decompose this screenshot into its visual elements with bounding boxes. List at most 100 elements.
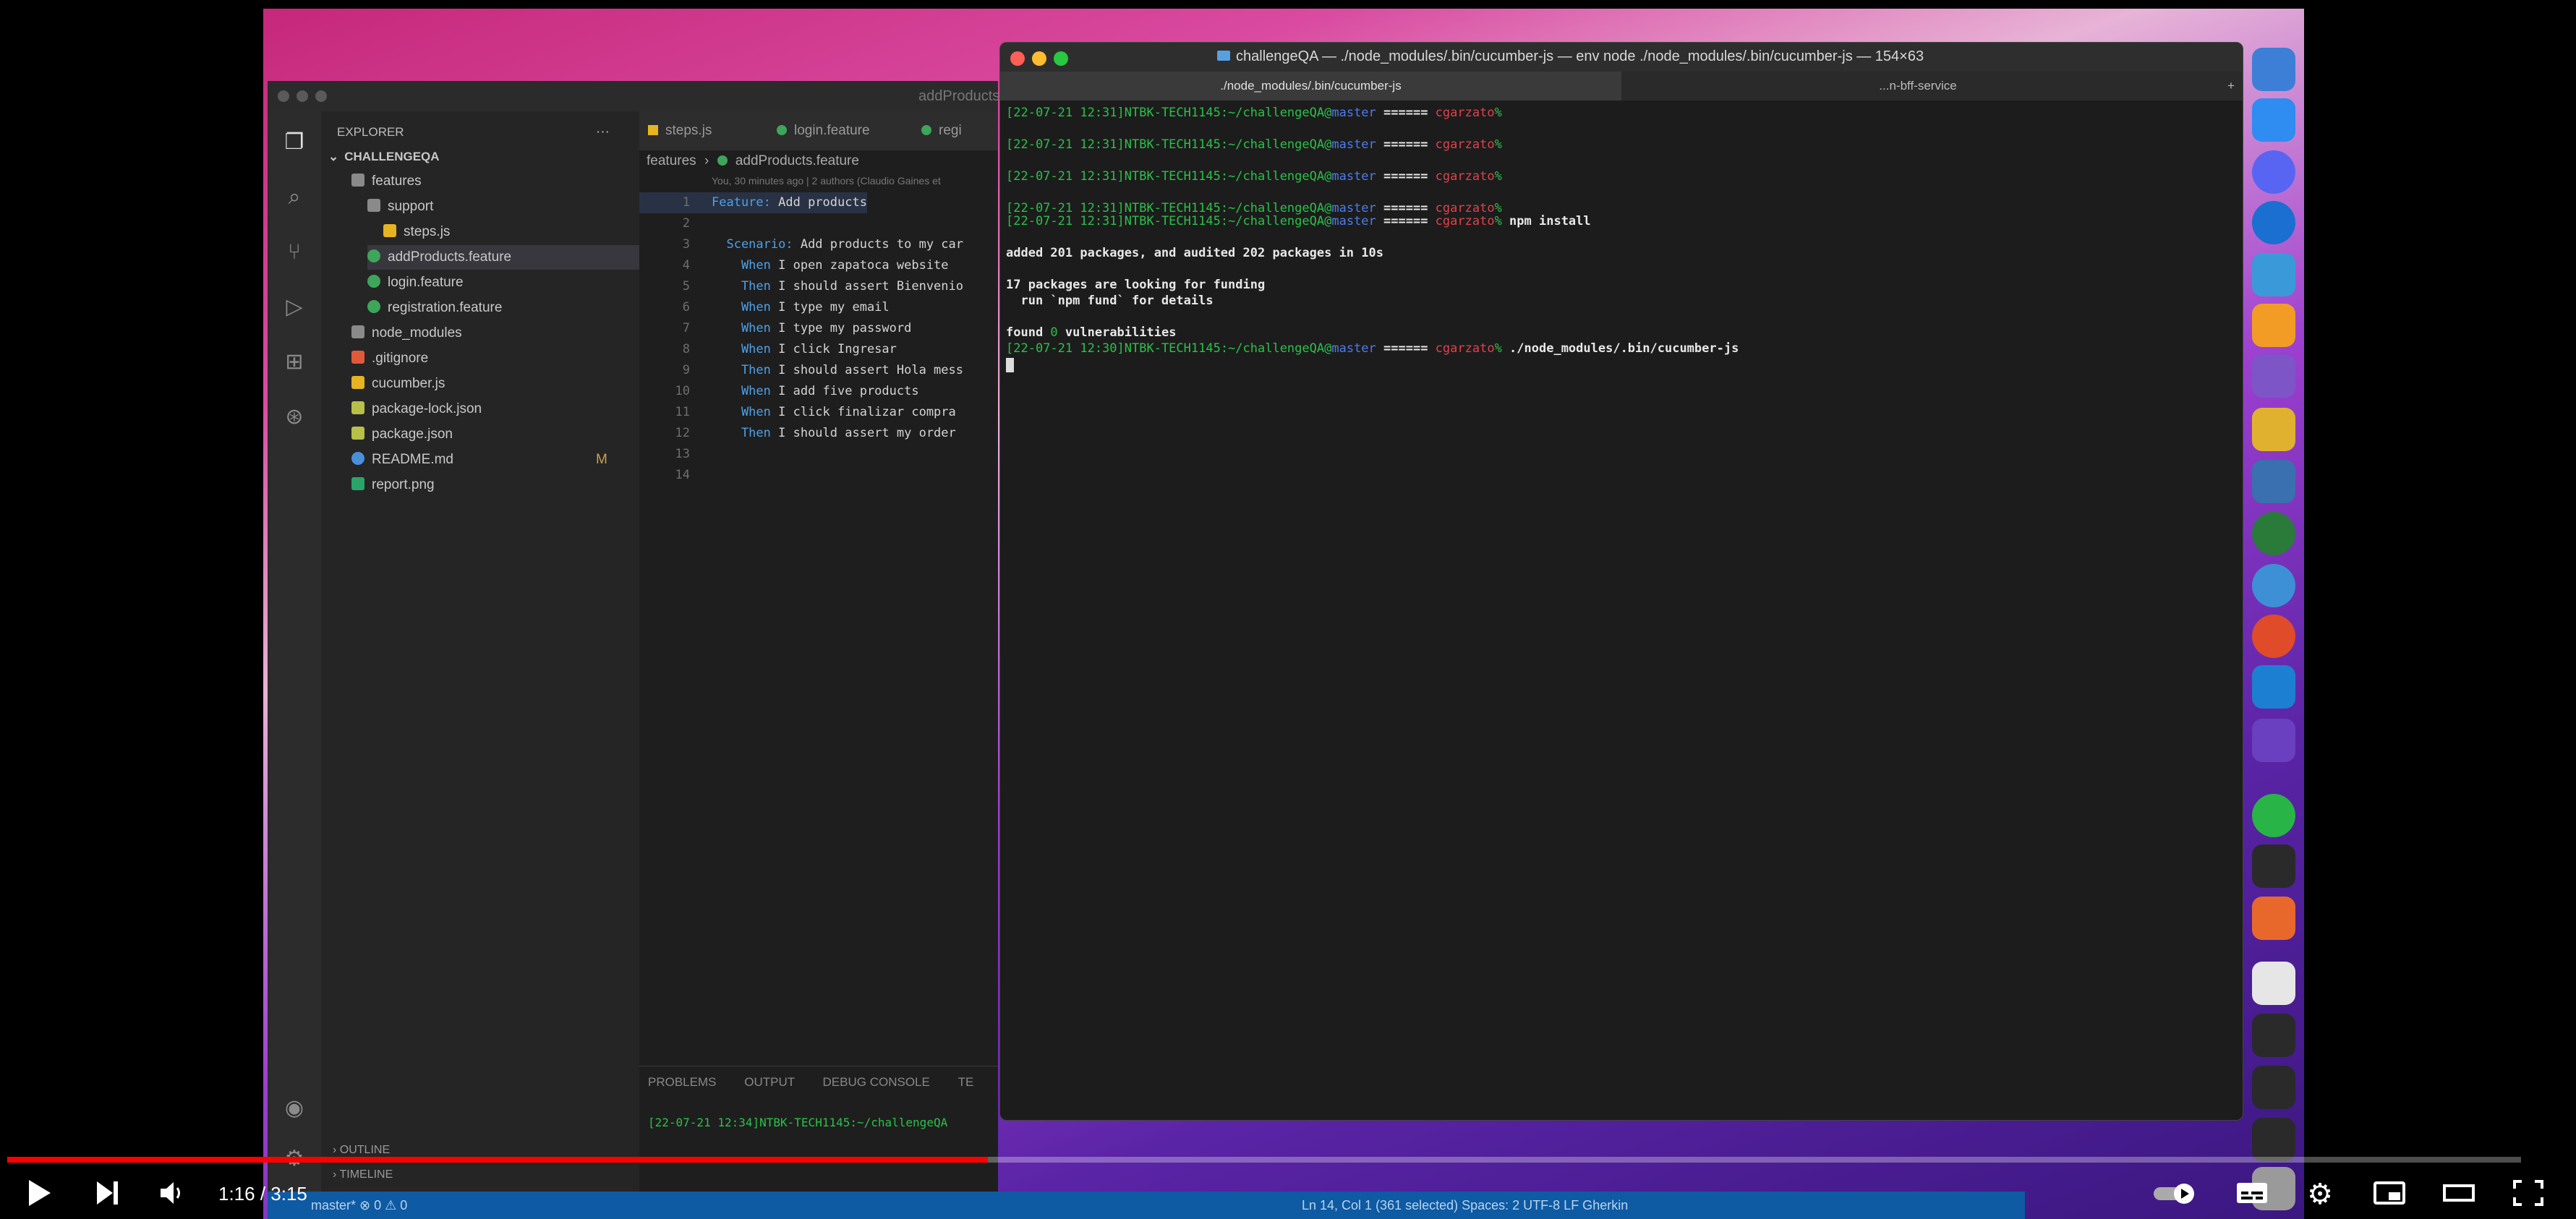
line-number: 14 — [675, 468, 690, 482]
window-icon[interactable] — [2252, 1014, 2295, 1057]
xcode-icon[interactable] — [2252, 253, 2295, 296]
miniplayer-icon[interactable] — [2369, 1177, 2410, 1212]
tab-steps-js[interactable]: steps.js — [648, 111, 712, 150]
file-tree-item[interactable]: cucumber.js — [351, 372, 445, 396]
tab-registration[interactable]: regi — [921, 111, 962, 150]
file-tree-label: node_modules — [372, 325, 462, 341]
file-tree-item[interactable]: package.json — [351, 422, 453, 447]
terminal-icon[interactable] — [2252, 844, 2295, 888]
gear-icon[interactable]: ⚙ — [2301, 1177, 2339, 1212]
file-tree-item[interactable]: steps.js — [383, 220, 450, 244]
app-store-icon[interactable] — [2252, 98, 2295, 142]
code-text: I should assert Hola mess — [770, 363, 963, 377]
terminal-output[interactable]: [22-07-21 12:31]NTBK-TECH1145:~/challeng… — [1000, 105, 2243, 1117]
js-file-icon — [351, 376, 364, 389]
extensions-icon[interactable]: ⊞ — [281, 348, 308, 376]
fullscreen-icon[interactable] — [2508, 1177, 2549, 1212]
finder-icon[interactable] — [2252, 48, 2295, 91]
tab-terminal[interactable]: TE — [958, 1075, 974, 1089]
terminal-tab-active[interactable]: ./node_modules/.bin/cucumber-js — [1000, 72, 1621, 100]
play-icon[interactable] — [22, 1177, 56, 1212]
document-icon[interactable] — [2252, 962, 2295, 1005]
jetbrains-icon[interactable] — [2252, 719, 2295, 762]
prompt-host: NTBK-TECH1145:~/challengeQA — [1124, 137, 1325, 152]
source-control-icon[interactable]: ⑂ — [281, 239, 308, 266]
window-icon[interactable] — [2252, 1118, 2295, 1161]
file-tree-item[interactable]: .gitignore — [351, 346, 428, 371]
account-icon[interactable]: ◉ — [281, 1095, 308, 1122]
terminal-tab[interactable]: ...n-bff-service — [1621, 72, 2214, 100]
autoplay-toggle-icon[interactable] — [2151, 1177, 2204, 1212]
breadcrumb-folder[interactable]: features — [647, 153, 696, 168]
file-tree-item[interactable]: features — [351, 169, 422, 194]
git-file-icon — [351, 351, 364, 364]
theater-icon[interactable] — [2439, 1177, 2479, 1212]
notes-icon[interactable] — [2252, 354, 2295, 398]
breadcrumb-file[interactable]: addProducts.feature — [735, 153, 859, 168]
discord-icon[interactable] — [2252, 150, 2295, 194]
code-text: I should assert Bienvenio — [770, 279, 963, 294]
time-display: 1:16 / 3:15 — [218, 1183, 307, 1205]
panel-terminal-line: [22-07-21 12:34]NTBK-TECH1145:~/challeng… — [648, 1116, 948, 1129]
file-tree-item[interactable]: login.feature — [367, 270, 464, 295]
file-tree-item[interactable]: package-lock.json — [351, 397, 482, 422]
mongodb-icon[interactable] — [2252, 512, 2295, 555]
search-icon[interactable]: ⌕ — [281, 184, 308, 211]
run-debug-icon[interactable]: ▷ — [281, 294, 308, 321]
file-tree-item[interactable]: support — [367, 194, 433, 219]
new-tab-icon[interactable]: + — [2222, 72, 2240, 100]
close-icon[interactable] — [278, 90, 289, 102]
tab-login-feature[interactable]: login.feature — [777, 111, 870, 150]
md-file-icon — [351, 452, 364, 465]
proxyman-icon[interactable] — [2252, 460, 2295, 503]
gherkin-keyword: When — [712, 342, 771, 356]
code-line: 6 When I type my email — [639, 297, 890, 318]
terminal-text: run `npm fund` for details — [1006, 294, 1214, 308]
captions-icon[interactable] — [2232, 1177, 2272, 1212]
code-view[interactable]: 1 Feature: Add products 2 3 Scenario: Add p… — [639, 192, 998, 626]
postman-icon[interactable] — [2252, 897, 2295, 940]
remote-icon[interactable]: ⊛ — [281, 403, 308, 431]
line-number: 2 — [682, 216, 690, 231]
file-tree-item[interactable]: report.png — [351, 473, 435, 497]
minimize-icon[interactable] — [1032, 51, 1046, 66]
preview-icon[interactable] — [2252, 564, 2295, 607]
breadcrumb: features › addProducts.feature — [647, 153, 859, 169]
tab-problems[interactable]: PROBLEMS — [648, 1075, 716, 1089]
sublime-icon[interactable] — [2252, 304, 2295, 347]
minimize-icon[interactable] — [297, 90, 308, 102]
file-tree-item[interactable]: README.md M — [351, 448, 607, 472]
outlook-icon[interactable] — [2252, 201, 2295, 244]
brave-icon[interactable] — [2252, 615, 2295, 658]
zoom-icon[interactable] — [1054, 51, 1068, 66]
chrome-icon[interactable] — [2252, 408, 2295, 451]
line-number: 12 — [675, 426, 690, 440]
files-icon[interactable]: ❐ — [281, 129, 308, 156]
tab-output[interactable]: OUTPUT — [744, 1075, 795, 1089]
file-tree-label: addProducts.feature — [388, 249, 512, 265]
file-tree-item[interactable]: addProducts.feature — [367, 245, 639, 270]
video-frame[interactable]: addProducts ❐ ⌕ ⑂ ▷ ⊞ ⊛ ◉ ⚙ EXPLORER ···… — [0, 0, 2576, 1219]
window-icon[interactable] — [2252, 1066, 2295, 1109]
code-text: I should assert my order — [770, 426, 956, 440]
whatsapp-icon[interactable] — [2252, 794, 2295, 837]
file-tree-item[interactable]: registration.feature — [367, 296, 502, 320]
line-number: 5 — [682, 279, 690, 294]
terminal-command: npm install — [1501, 214, 1591, 228]
more-actions-icon[interactable]: ··· — [596, 120, 610, 145]
terminal-line: run `npm fund` for details — [1006, 293, 1214, 309]
gherkin-keyword: When — [712, 258, 771, 273]
codelens-blame[interactable]: You, 30 minutes ago | 2 authors (Claudio… — [712, 175, 941, 187]
volume-icon[interactable] — [155, 1177, 189, 1212]
workspace-root[interactable]: ⌄ CHALLENGEQA — [328, 145, 440, 169]
next-icon[interactable] — [90, 1177, 124, 1212]
vscode-icon[interactable] — [2252, 665, 2295, 709]
code-text: I click finalizar compra — [770, 405, 956, 419]
file-tree-item[interactable]: node_modules — [351, 321, 462, 346]
outline-section[interactable]: › OUTLINE — [333, 1144, 390, 1157]
zoom-icon[interactable] — [315, 90, 327, 102]
close-icon[interactable] — [1010, 51, 1025, 66]
line-number: 10 — [675, 384, 690, 398]
tab-debug-console[interactable]: DEBUG CONSOLE — [823, 1075, 930, 1089]
gherkin-keyword: When — [712, 384, 771, 398]
